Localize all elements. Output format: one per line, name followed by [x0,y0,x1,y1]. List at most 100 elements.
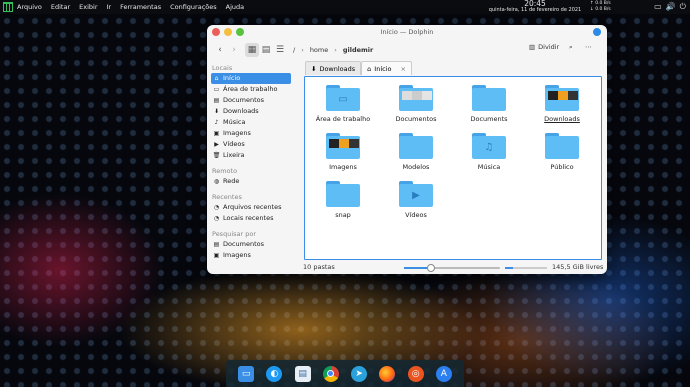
folder-musica[interactable]: ♫ Música [459,133,519,171]
sidebar-item-locais-recentes[interactable]: ◔ Locais recentes [211,213,291,224]
folder-icon [326,181,360,207]
sidebar-item-arquivos-recentes[interactable]: ◔ Arquivos recentes [211,202,291,213]
free-space-fill [505,267,514,269]
public-folder-icon [545,133,579,159]
music-folder-icon: ♫ [472,133,506,159]
menu-arquivo[interactable]: Arquivo [17,3,42,11]
zoom-slider-handle[interactable] [426,264,435,272]
sidebar-item-inicio[interactable]: ⌂ Início [211,73,291,84]
sidebar-item-label: Locais recentes [223,214,274,222]
titlebar[interactable]: Início — Dolphin [207,25,607,39]
icons-view-button[interactable]: ▦ [245,43,259,57]
menu-editar[interactable]: Editar [51,3,70,11]
sidebar-item-label: Música [223,118,246,126]
volume-icon[interactable]: 🔊 [666,1,676,13]
folder-downloads[interactable]: Downloads [532,85,592,123]
folder-videos[interactable]: ▶ Vídeos [386,181,446,219]
downloads-folder-icon [545,85,579,111]
sidebar-item-area-de-trabalho[interactable]: ▭ Área de trabalho [211,84,291,95]
breadcrumb-root[interactable]: / [293,46,295,54]
folder-icon [472,85,506,111]
sidebar-item-label: Imagens [223,251,251,259]
sidebar-item-label: Rede [223,177,240,185]
status-bar: 10 pastas 145,5 GiB livres [207,261,607,274]
sidebar-item-musica[interactable]: ♪ Música [211,117,291,128]
download-icon: ⬇ [311,64,317,73]
home-icon: ⌂ [367,64,372,73]
folder-area-de-trabalho[interactable]: ▭ Área de trabalho [313,85,373,123]
sidebar-item-documentos[interactable]: ▤ Documentos [211,95,291,106]
menu-configuracoes[interactable]: Configurações [170,3,217,11]
desktop-folder-icon: ▭ [326,85,360,111]
close-button[interactable] [212,28,220,36]
folder-imagens[interactable]: Imagens [313,133,373,171]
maximize-button[interactable] [236,28,244,36]
folder-snap[interactable]: snap [313,181,373,219]
more-options-icon[interactable]: ⋯ [585,43,592,51]
sidebar-item-label: Imagens [223,129,251,137]
power-icon[interactable]: ⏻ [680,1,686,13]
tab-bar: ⬇ Downloads ⌂ Início × [305,61,605,75]
chrome-icon[interactable] [322,365,339,382]
desktop-icon: ▭ [213,86,220,93]
close-tab-icon[interactable]: × [401,65,406,73]
sidebar-item-search-imagens[interactable]: ▣ Imagens [211,250,291,261]
network-speed[interactable]: ↑ 0.0 B/s ↓ 0.0 B/s [590,1,611,13]
clock[interactable]: 20:45 quinta-feira, 11 de fevereiro de 2… [480,0,590,13]
menu-ir[interactable]: Ir [107,3,112,11]
forward-button[interactable]: › [227,43,241,57]
sidebar-item-imagens[interactable]: ▣ Imagens [211,128,291,139]
folder-count: 10 pastas [303,263,335,271]
split-view-icon: ▥ [529,43,536,51]
manjaro-logo-icon[interactable] [3,2,13,12]
file-label: Vídeos [405,211,427,219]
folder-documentos[interactable]: Documentos [386,85,446,123]
firefox-icon[interactable] [379,365,396,382]
menu-ajuda[interactable]: Ajuda [226,3,244,11]
minimize-button[interactable] [224,28,232,36]
file-view[interactable]: ▭ Área de trabalho Documentos Documents … [304,76,602,260]
sidebar-item-downloads[interactable]: ⬇ Downloads [211,106,291,117]
breadcrumb-home[interactable]: home [310,46,328,54]
telegram-icon[interactable]: ➤ [351,365,368,382]
kde-icon[interactable]: ◐ [266,365,283,382]
breadcrumb-separator: › [334,46,337,54]
menu-ferramentas[interactable]: Ferramentas [120,3,161,11]
folder-modelos[interactable]: Modelos [386,133,446,171]
folder-documents[interactable]: Documents [459,85,519,123]
file-label: Área de trabalho [315,115,371,123]
file-label: Música [477,163,501,171]
menu-exibir[interactable]: Exibir [79,3,97,11]
search-icon[interactable]: ⌕ [569,43,573,52]
sidebar-item-lixeira[interactable]: 🗑 Lixeira [211,150,291,161]
places-panel: Locais ⌂ Início ▭ Área de trabalho ▤ Docume… [207,61,299,274]
sidebar-item-label: Lixeira [223,151,245,159]
file-label: Documents [470,115,508,123]
toolbar: ‹ › ▦ ▤ ☰ / › home › gildemir ▥ Dividir … [207,39,607,61]
file-label: Documentos [395,115,437,123]
files-icon[interactable]: ▭ [238,365,255,382]
sidebar-item-videos[interactable]: ▶ Vídeos [211,139,291,150]
system-tray: ▭ 🔊 ⏻ [654,1,686,13]
tab-downloads[interactable]: ⬇ Downloads [305,61,362,75]
folder-publico[interactable]: Público [532,133,592,171]
appstore-icon[interactable]: A [435,365,452,382]
compact-view-button[interactable]: ▤ [259,43,273,57]
upload-arrow-icon: ↑ [590,1,594,6]
document-icon[interactable]: ▤ [294,365,311,382]
ubuntu-icon[interactable]: ◎ [407,365,424,382]
zoom-slider[interactable] [404,264,500,272]
file-label: Modelos [402,163,430,171]
split-button[interactable]: ▥ Dividir [529,43,559,51]
document-icon: ▤ [213,241,220,248]
details-view-button[interactable]: ☰ [273,43,287,57]
tab-inicio[interactable]: ⌂ Início × [361,61,412,75]
home-icon: ⌂ [214,75,219,82]
top-panel: Arquivo Editar Exibir Ir Ferramentas Con… [0,0,690,14]
sidebar-item-rede[interactable]: ◍ Rede [211,176,291,187]
monitor-icon[interactable]: ▭ [654,1,662,13]
sidebar-item-search-documentos[interactable]: ▤ Documentos [211,239,291,250]
back-button[interactable]: ‹ [213,43,227,57]
breadcrumb-user[interactable]: gildemir [343,46,373,54]
templates-folder-icon [399,133,433,159]
